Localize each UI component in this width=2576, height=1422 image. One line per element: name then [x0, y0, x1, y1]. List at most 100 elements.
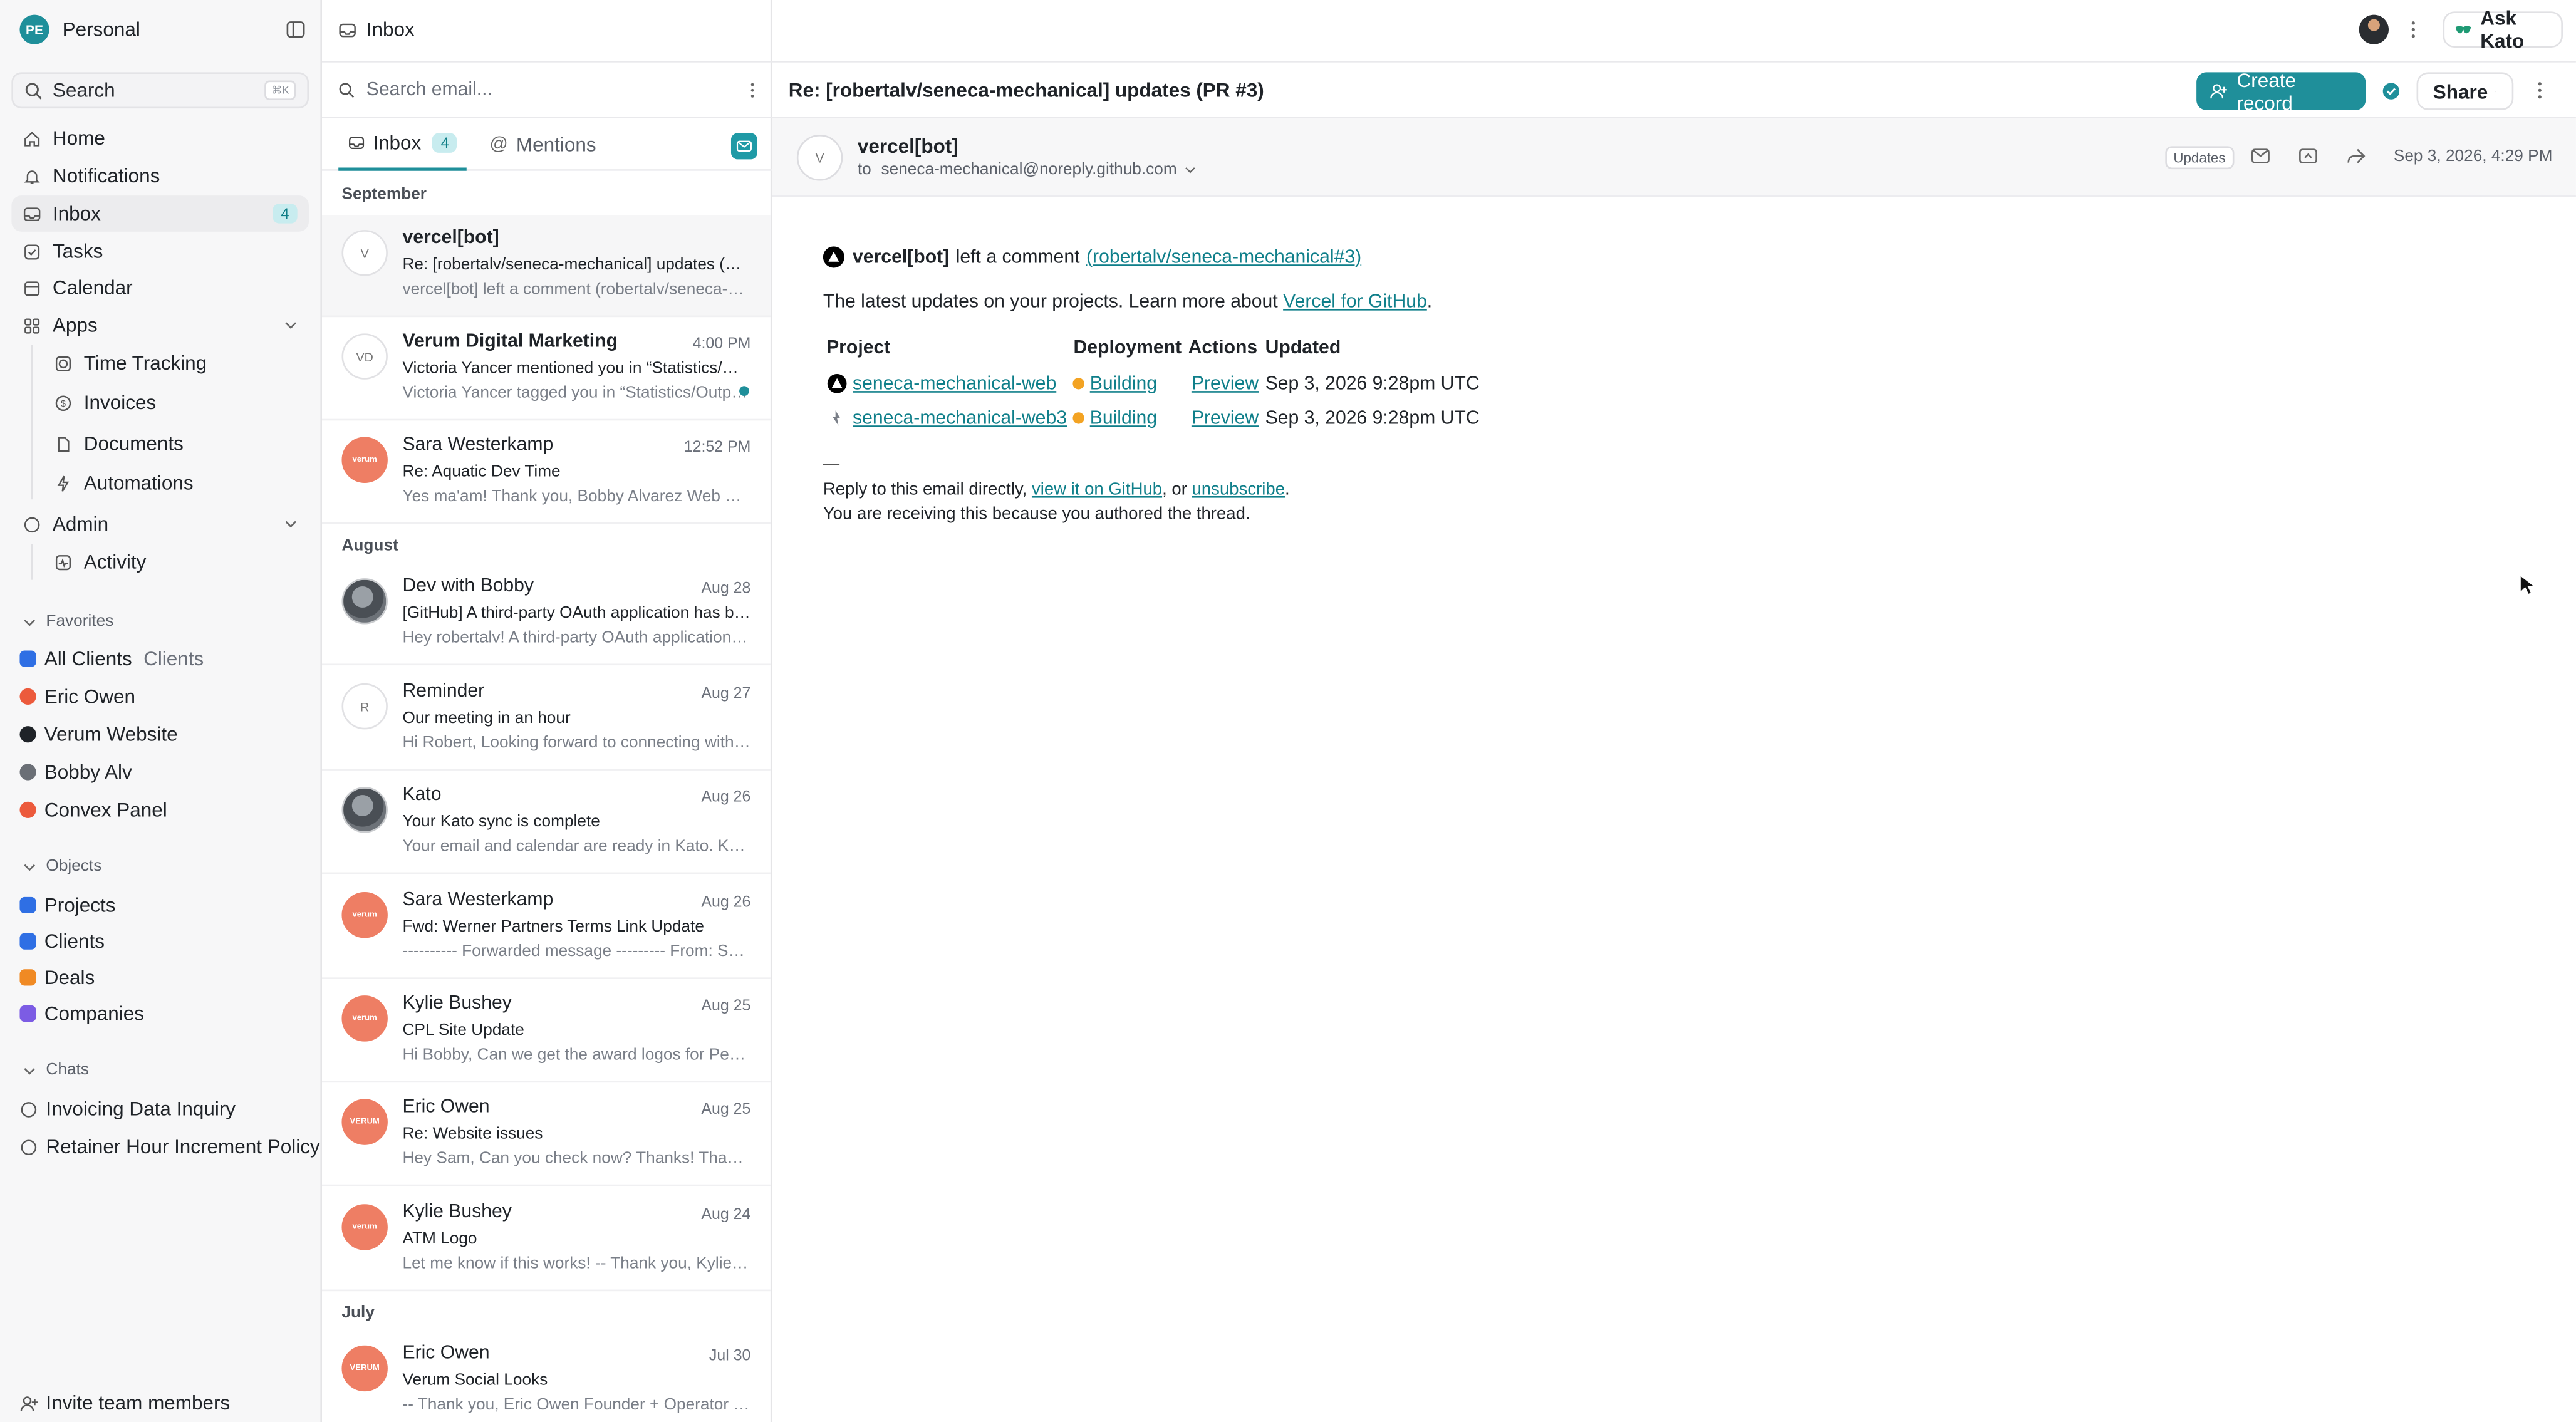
sidebar-item-inbox[interactable]: Inbox 4 [11, 195, 309, 232]
email-search[interactable]: Search email... [321, 61, 772, 118]
ask-kato-button[interactable]: Ask Kato [2443, 6, 2563, 53]
user-avatar[interactable] [2359, 14, 2389, 44]
shield-icon [23, 515, 41, 533]
email-list-item[interactable]: VERUM Eric Owen Jul 30 Verum Social Looks --… [322, 1331, 771, 1422]
tree-line [31, 345, 33, 500]
email-list-item[interactable]: verum Sara Westerkamp Aug 26 Fwd: Werner Pa… [321, 877, 771, 979]
sidebar-toggle-icon[interactable] [286, 19, 305, 39]
favorite-all-clients[interactable]: All Clients Clients [19, 642, 204, 675]
email-list-item[interactable]: verum Kylie Bushey Aug 25 CPL Site Update Hi… [321, 981, 771, 1083]
email-list-item[interactable]: Vvercel[bot] Re: [robertalv/seneca-mechan… [321, 215, 771, 318]
invite-team-button[interactable]: Invite team members [19, 1390, 230, 1416]
sidebar-item-activity[interactable]: Activity [44, 544, 308, 580]
sidebar-item-automations[interactable]: Automations [44, 465, 308, 501]
kato-mask-icon [2455, 26, 2471, 34]
tab-inbox[interactable]: Inbox 4 [338, 118, 467, 171]
inbox-count-badge: 4 [432, 133, 458, 153]
object-clients[interactable]: Clients [19, 925, 105, 957]
deployment-link[interactable]: Building [1090, 374, 1157, 393]
chats-header[interactable]: Chats [23, 1061, 89, 1079]
chevron-down-icon [24, 863, 35, 871]
vercel-github-link[interactable]: Vercel for GitHub [1283, 293, 1427, 312]
objects-header[interactable]: Objects [23, 858, 101, 876]
project-link[interactable]: seneca-mechanical-web3 [853, 408, 1067, 428]
sidebar-item-home[interactable]: Home [11, 120, 309, 156]
workspace-switcher[interactable]: PE Personal [19, 14, 305, 44]
email-list-item[interactable]: verum Sara Westerkamp 12:52 PM Re: Aquatic … [321, 422, 771, 524]
sidebar-item-label: Calendar [52, 276, 133, 299]
email-list-panel: Inbox Search email... Inbox 4 @ Mentions… [321, 0, 1078, 1422]
compose-button[interactable] [730, 133, 757, 160]
email-search-input[interactable]: Search email... [366, 80, 492, 99]
view-on-github-link[interactable]: view it on GitHub [1032, 480, 1162, 499]
more-vertical-icon[interactable] [2537, 80, 2543, 100]
email-list-item[interactable]: VD Verum Digital Marketing 4:00 PM Victoria… [321, 319, 771, 421]
favorite-bobby-alv[interactable]: Bobby Alv [19, 755, 132, 788]
favorite-label: All Clients [44, 647, 132, 670]
deployment-link[interactable]: Building [1090, 408, 1157, 428]
email-list-item[interactable]: verum Kylie Bushey Aug 24 ATM Logo Let me kn… [321, 1190, 771, 1292]
tree-line [31, 544, 33, 580]
unsubscribe-link[interactable]: unsubscribe [1192, 480, 1285, 499]
object-icon [19, 933, 36, 950]
sidebar-item-label: Apps [52, 313, 98, 337]
favorite-convex-panel[interactable]: Convex Panel [19, 794, 167, 826]
object-companies[interactable]: Companies [19, 997, 144, 1030]
forward-icon[interactable] [2346, 146, 2367, 165]
sender-name: vercel[bot] [857, 135, 958, 158]
chat-item[interactable]: Invoicing Data Inquiry [19, 1092, 236, 1125]
search-icon [339, 82, 355, 97]
email-date: Aug 28 [701, 579, 751, 598]
sidebar-search[interactable]: Search ⌘K [11, 72, 309, 109]
sidebar-item-admin[interactable]: Admin [11, 506, 309, 542]
email-date: Aug 25 [701, 1101, 751, 1119]
email-list-item[interactable]: Kato Aug 26 Your Kato sync is complete Your… [321, 772, 771, 874]
sidebar-item-calendar[interactable]: Calendar [11, 269, 309, 306]
email-subject: Re: [robertalv/seneca-mechanical] update… [788, 78, 1264, 102]
done-check-icon[interactable] [2382, 82, 2400, 100]
date-group-header: July [341, 1304, 375, 1323]
sidebar-item-notifications[interactable]: Notifications [11, 158, 309, 194]
sidebar-item-tasks[interactable]: Tasks [11, 233, 309, 269]
share-button[interactable]: Share [2416, 72, 2514, 110]
email-list-item[interactable]: R Reminder Aug 27 Our meeting in an hour Hi … [321, 668, 771, 771]
grid-icon [23, 316, 41, 335]
reply-icon[interactable] [2298, 146, 2320, 165]
inbox-icon [339, 23, 356, 37]
email-subject: ATM Logo [402, 1230, 477, 1249]
email-date: 12:52 PM [683, 439, 751, 457]
create-record-button[interactable]: Create record [2196, 68, 2366, 114]
sidebar-item-documents[interactable]: Documents [44, 425, 308, 462]
sidebar-item-invoices[interactable]: $ Invoices [44, 385, 308, 421]
favorite-icon [19, 650, 36, 667]
more-vertical-icon[interactable] [2410, 19, 2416, 39]
project-link[interactable]: seneca-mechanical-web [853, 374, 1056, 393]
favorite-eric-owen[interactable]: Eric Owen [19, 680, 135, 713]
email-list-item[interactable]: VERUM Eric Owen Aug 25 Re: Website issues He… [321, 1084, 771, 1186]
more-vertical-icon[interactable] [749, 81, 756, 98]
object-projects[interactable]: Projects [19, 889, 116, 921]
email-list-item[interactable]: Dev with Bobby Aug 28 [GitHub] A third-par… [321, 563, 771, 666]
comment-link[interactable]: (robertalv/seneca-mechanical#3) [1086, 247, 1361, 267]
mark-unread-icon[interactable] [2251, 146, 2272, 165]
user-plus-icon [20, 1395, 38, 1411]
favorite-verum-website[interactable]: Verum Website [19, 718, 178, 750]
tab-mentions[interactable]: @ Mentions [480, 118, 606, 171]
sender-avatar [341, 578, 388, 625]
email-preview: Hi Bobby, Can we get the award logos for… [402, 1046, 751, 1065]
recipient-line[interactable]: to seneca-mechanical@noreply.github.com [858, 161, 1197, 179]
chevron-down-icon[interactable] [284, 517, 298, 531]
email-subject: CPL Site Update [402, 1022, 524, 1040]
chat-item[interactable]: Retainer Hour Increment Policy [19, 1130, 320, 1163]
preview-link[interactable]: Preview [1192, 408, 1259, 428]
sidebar-item-apps[interactable]: Apps [11, 307, 309, 343]
chevron-down-icon[interactable] [284, 319, 298, 332]
favorites-header[interactable]: Favorites [23, 613, 114, 631]
preview-link[interactable]: Preview [1192, 374, 1259, 393]
email-preview: ---------- Forwarded message --------- F… [402, 943, 751, 962]
reply-line: Reply to this email directly, view it on… [823, 479, 1290, 500]
object-deals[interactable]: Deals [19, 961, 95, 994]
label-tag[interactable]: Updates [2165, 146, 2234, 170]
sender-avatar: VERUM [341, 1099, 388, 1145]
sidebar-item-time-tracking[interactable]: Time Tracking [44, 345, 308, 381]
